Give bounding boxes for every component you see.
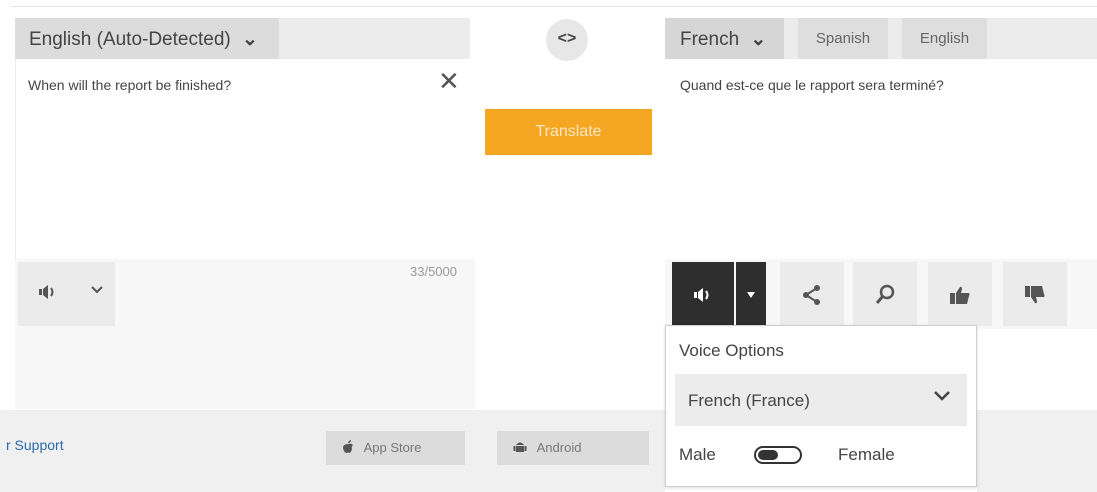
speaker-icon bbox=[37, 282, 59, 307]
speaker-icon bbox=[694, 288, 709, 303]
share-button[interactable] bbox=[780, 262, 844, 326]
female-label: Female bbox=[838, 445, 895, 464]
footer-right bbox=[977, 410, 1097, 492]
support-link[interactable]: r Support bbox=[6, 437, 64, 453]
chevron-down-icon[interactable] bbox=[90, 282, 104, 298]
source-speak-button[interactable] bbox=[18, 262, 115, 326]
thumbs-up-icon bbox=[950, 286, 970, 305]
character-counter: 33/5000 bbox=[410, 264, 457, 279]
frame-divider bbox=[10, 6, 1097, 7]
chevron-down-icon: ⌄ bbox=[750, 29, 767, 50]
source-language-selector[interactable]: English (Auto-Detected) ⌄ bbox=[15, 18, 279, 59]
thumbs-down-button[interactable] bbox=[1003, 262, 1067, 326]
target-language-label: French bbox=[680, 29, 740, 50]
chevron-down-icon: ⌄ bbox=[242, 29, 258, 50]
search-button[interactable] bbox=[853, 262, 917, 326]
android-icon bbox=[513, 440, 531, 455]
toggle-knob bbox=[758, 450, 778, 460]
chevron-down-icon bbox=[933, 386, 951, 407]
app-store-button[interactable]: App Store bbox=[326, 431, 465, 465]
translate-button[interactable]: Translate bbox=[485, 109, 652, 155]
thumbs-down-icon bbox=[1025, 286, 1045, 304]
android-label: Android bbox=[536, 440, 582, 455]
apple-icon bbox=[342, 440, 358, 455]
clear-icon[interactable]: ✕ bbox=[438, 68, 460, 94]
voice-options-dropdown-button[interactable] bbox=[736, 262, 766, 326]
swap-languages-button[interactable]: <> bbox=[546, 19, 588, 61]
source-text: When will the report be finished? bbox=[28, 77, 232, 93]
tab-spanish[interactable]: Spanish bbox=[798, 18, 888, 59]
translated-text: Quand est-ce que le rapport sera terminé… bbox=[680, 77, 944, 93]
source-language-label: English (Auto-Detected) bbox=[29, 29, 231, 50]
thumbs-up-button[interactable] bbox=[928, 262, 992, 326]
voice-select-value: French (France) bbox=[688, 391, 810, 410]
android-button[interactable]: Android bbox=[497, 431, 649, 465]
target-language-selector[interactable]: French ⌄ bbox=[665, 18, 784, 59]
share-icon bbox=[803, 285, 820, 306]
gender-toggle[interactable] bbox=[754, 446, 802, 464]
tab-english[interactable]: English bbox=[902, 18, 987, 59]
male-label: Male bbox=[679, 445, 716, 464]
caret-down-icon bbox=[747, 291, 755, 298]
search-icon bbox=[875, 284, 895, 305]
app-store-label: App Store bbox=[363, 440, 422, 455]
voice-options-title: Voice Options bbox=[679, 341, 784, 360]
target-speak-button[interactable] bbox=[672, 262, 734, 326]
